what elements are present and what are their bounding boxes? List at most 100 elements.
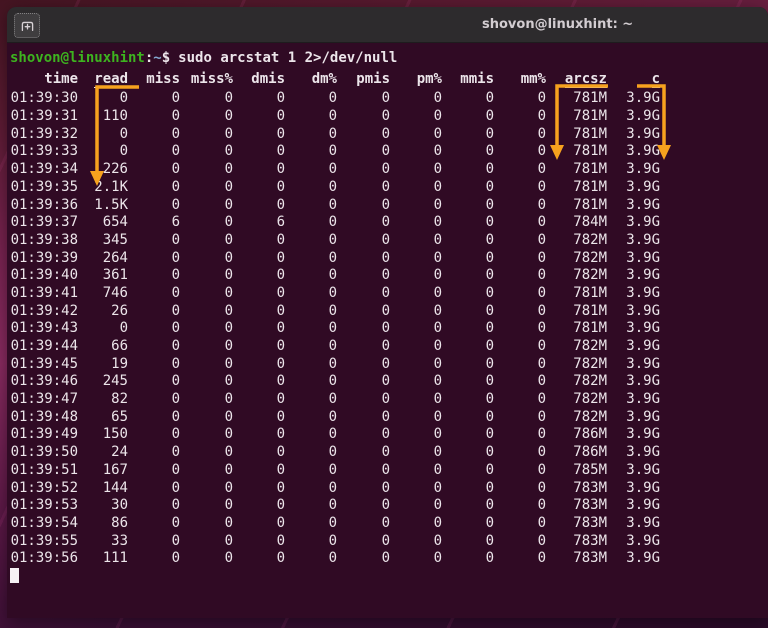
cell-mmis: 0: [485, 479, 494, 496]
cell-mmis: 0: [485, 284, 494, 301]
cell-pmpct: 0: [433, 408, 442, 425]
cell-arcsz: 783M: [573, 514, 607, 531]
table-row: 01:39:40 361 0 0 0 0 0 0 0 0 782M 3.9G: [10, 267, 768, 285]
cell-pmpct: 0: [433, 497, 442, 514]
cell-dmis: 0: [276, 320, 285, 337]
cell-read: 30: [111, 497, 128, 514]
cell-read: 66: [111, 338, 128, 354]
cell-arcsz: 782M: [573, 338, 607, 354]
cell-miss: 0: [171, 90, 180, 107]
cell-dmpct: 0: [328, 532, 337, 549]
cell-miss: 0: [171, 320, 180, 337]
cell-pmis: 0: [381, 108, 390, 125]
cell-miss: 0: [171, 550, 180, 567]
cell-arcsz: 781M: [573, 125, 607, 142]
cell-dmpct: 0: [328, 161, 337, 178]
cell-time: 01:39:36: [10, 196, 78, 213]
cell-time: 01:39:42: [10, 302, 78, 319]
col-header-pmis: pmis: [356, 70, 390, 87]
cursor-line: [10, 568, 768, 586]
cell-mmpct: 0: [537, 161, 546, 178]
cell-mmpct: 0: [537, 408, 546, 425]
new-tab-button[interactable]: [14, 13, 40, 38]
col-header-time: time: [44, 70, 78, 87]
cell-mmpct: 0: [537, 249, 546, 266]
col-header-mmis: mmis: [460, 70, 494, 87]
cell-pmis: 0: [381, 532, 390, 549]
cell-c: 3.9G: [626, 497, 660, 514]
cell-dmis: 0: [276, 355, 285, 372]
cell-miss: 0: [171, 338, 180, 354]
cell-c: 3.9G: [626, 355, 660, 372]
cell-dmpct: 0: [328, 514, 337, 531]
cell-read: 24: [111, 444, 128, 461]
cell-read: 361: [102, 267, 128, 284]
cell-mmis: 0: [485, 514, 494, 531]
table-row: 01:39:46 245 0 0 0 0 0 0 0 0 782M 3.9G: [10, 373, 768, 391]
cell-misspct: 0: [224, 408, 233, 425]
cell-pmpct: 0: [433, 196, 442, 213]
cell-c: 3.9G: [626, 214, 660, 231]
cell-read: 0: [119, 320, 128, 337]
cell-mmis: 0: [485, 178, 494, 195]
terminal-body[interactable]: shovon@linuxhint:~$ sudo arcstat 1 2>/dev…: [7, 44, 768, 618]
cell-arcsz: 781M: [573, 108, 607, 125]
table-row: 01:39:47 82 0 0 0 0 0 0 0 0 782M 3.9G: [10, 391, 768, 409]
cell-pmis: 0: [381, 178, 390, 195]
cell-dmpct: 0: [328, 338, 337, 354]
cell-mmpct: 0: [537, 391, 546, 408]
terminal-cursor: [10, 568, 19, 584]
prompt-user-host: shovon@linuxhint: [10, 50, 145, 66]
cell-dmpct: 0: [328, 355, 337, 372]
cell-time: 01:39:37: [10, 214, 78, 231]
cell-dmpct: 0: [328, 408, 337, 425]
cell-dmpct: 0: [328, 302, 337, 319]
cell-mmis: 0: [485, 214, 494, 231]
cell-arcsz: 781M: [573, 320, 607, 337]
table-row: 01:39:32 0 0 0 0 0 0 0 0 0 781M 3.9G: [10, 126, 768, 144]
cell-mmis: 0: [485, 302, 494, 319]
cell-pmis: 0: [381, 143, 390, 160]
cell-dmis: 0: [276, 426, 285, 443]
cell-pmis: 0: [381, 302, 390, 319]
cell-pmis: 0: [381, 267, 390, 284]
cell-dmpct: 0: [328, 267, 337, 284]
cell-read: 33: [111, 532, 128, 549]
cell-dmis: 0: [276, 444, 285, 461]
cell-read: 110: [102, 108, 128, 125]
cell-pmpct: 0: [433, 302, 442, 319]
cell-mmis: 0: [485, 373, 494, 390]
col-header-read: read: [94, 70, 128, 88]
cell-read: 167: [102, 461, 128, 478]
cell-misspct: 0: [224, 497, 233, 514]
cell-read: 345: [102, 231, 128, 248]
table-row: 01:39:43 0 0 0 0 0 0 0 0 0 781M 3.9G: [10, 320, 768, 338]
table-row: 01:39:53 30 0 0 0 0 0 0 0 0 783M 3.9G: [10, 497, 768, 515]
table-row: 01:39:45 19 0 0 0 0 0 0 0 0 782M 3.9G: [10, 356, 768, 374]
cell-read: 746: [102, 284, 128, 301]
cell-pmis: 0: [381, 284, 390, 301]
cell-miss: 0: [171, 355, 180, 372]
cell-time: 01:39:38: [10, 231, 78, 248]
cell-dmpct: 0: [328, 320, 337, 337]
cell-mmpct: 0: [537, 444, 546, 461]
cell-time: 01:39:30: [10, 90, 78, 107]
table-row: 01:39:41 746 0 0 0 0 0 0 0 0 781M 3.9G: [10, 285, 768, 303]
cell-pmis: 0: [381, 373, 390, 390]
titlebar[interactable]: shovon@linuxhint: ~: [7, 7, 768, 43]
cell-pmpct: 0: [433, 90, 442, 107]
cell-time: 01:39:35: [10, 178, 78, 195]
cell-time: 01:39:49: [10, 426, 78, 443]
window-title: shovon@linuxhint: ~: [482, 17, 634, 32]
cell-dmis: 0: [276, 143, 285, 160]
cell-pmpct: 0: [433, 373, 442, 390]
cell-dmis: 0: [276, 408, 285, 425]
cell-mmpct: 0: [537, 125, 546, 142]
cell-read: 82: [111, 391, 128, 408]
cell-mmis: 0: [485, 108, 494, 125]
table-row: 01:39:55 33 0 0 0 0 0 0 0 0 783M 3.9G: [10, 533, 768, 551]
cell-pmis: 0: [381, 90, 390, 107]
cell-dmis: 0: [276, 125, 285, 142]
cell-arcsz: 781M: [573, 284, 607, 301]
cell-misspct: 0: [224, 391, 233, 408]
